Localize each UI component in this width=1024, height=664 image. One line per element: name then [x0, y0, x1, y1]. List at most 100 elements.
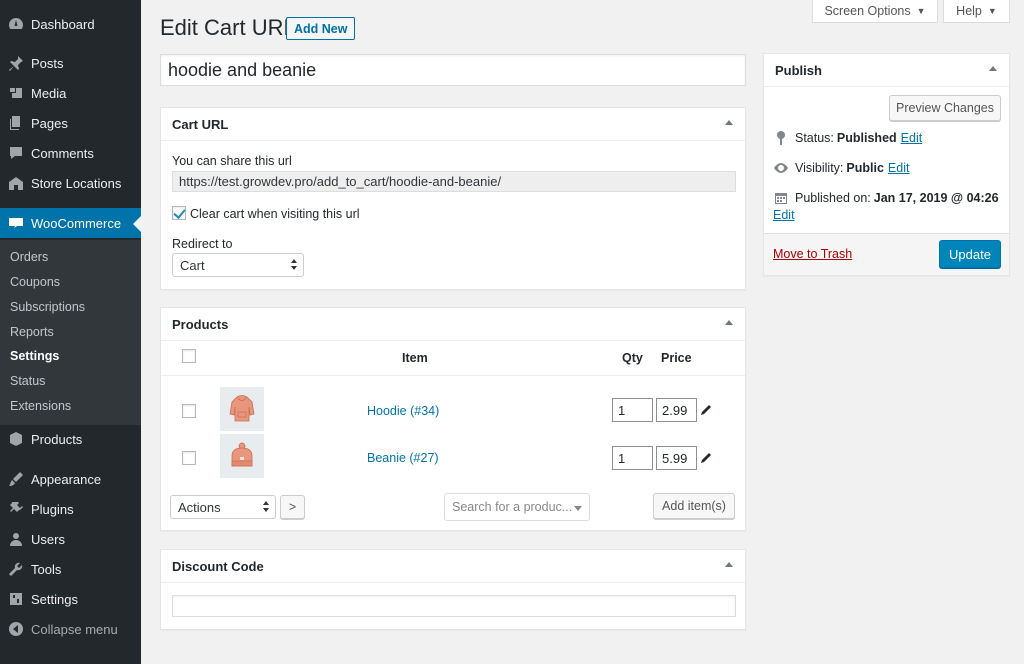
cart-url-field[interactable]: https://test.growdev.pro/add_to_cart/hoo…: [172, 171, 736, 192]
menu-settings[interactable]: Settings: [0, 584, 141, 614]
discount-code-input[interactable]: [172, 595, 736, 617]
store-icon: [8, 175, 24, 191]
page-title: Edit Cart URL: [160, 15, 296, 40]
menu-label: Comments: [31, 145, 94, 161]
hoodie-image: [229, 395, 255, 422]
post-title-input[interactable]: hoodie and beanie: [160, 54, 746, 86]
hoodie-thumbnail: [220, 387, 264, 431]
pin-icon: [773, 130, 789, 146]
redirect-value: Cart: [180, 257, 205, 273]
appearance-icon: [8, 471, 24, 487]
users-icon: [8, 531, 24, 547]
collapse-menu-button[interactable]: Collapse menu: [0, 614, 141, 644]
menu-label: Products: [31, 431, 83, 447]
menu-woocommerce[interactable]: WooCommerce: [0, 208, 141, 238]
edit-status-link[interactable]: Edit: [901, 131, 923, 145]
bulk-actions-value: Actions: [178, 499, 221, 515]
pencil-icon[interactable]: [700, 452, 712, 464]
menu-pages[interactable]: Pages: [0, 108, 141, 138]
pencil-icon[interactable]: [700, 404, 712, 416]
cart-url-heading: Cart URL: [172, 116, 229, 132]
add-items-button[interactable]: Add item(s): [653, 493, 735, 519]
collapse-arrow-icon[interactable]: [725, 120, 733, 125]
menu-label: Store Locations: [31, 175, 122, 191]
submenu-subscriptions[interactable]: Subscriptions: [10, 300, 85, 314]
dashboard-icon: [8, 16, 24, 32]
row-checkbox[interactable]: [182, 451, 196, 465]
column-price: Price: [661, 351, 692, 365]
visibility-label: Visibility:: [795, 161, 844, 175]
header-divider: [161, 375, 745, 376]
menu-media[interactable]: Media: [0, 78, 141, 108]
collapse-arrow-icon[interactable]: [989, 66, 997, 71]
comments-icon: [8, 145, 24, 161]
edit-visibility-link[interactable]: Edit: [888, 161, 910, 175]
preview-changes-button[interactable]: Preview Changes: [889, 95, 1001, 121]
select-all-checkbox[interactable]: [182, 349, 196, 363]
menu-users[interactable]: Users: [0, 524, 141, 554]
cart-url-header[interactable]: Cart URL: [161, 108, 745, 141]
menu-label: Plugins: [31, 501, 74, 517]
price-input-hoodie[interactable]: 2.99: [656, 398, 697, 422]
publish-header[interactable]: Publish: [764, 54, 1009, 87]
products-header[interactable]: Products: [161, 308, 745, 341]
price-input-beanie[interactable]: 5.99: [656, 446, 697, 470]
edit-date-link[interactable]: Edit: [773, 208, 795, 222]
product-search-select[interactable]: Search for a produc...: [444, 493, 590, 521]
select-arrows-icon: [263, 500, 270, 514]
update-button[interactable]: Update: [939, 240, 1001, 268]
apply-bulk-button[interactable]: >: [280, 495, 305, 519]
menu-label: Appearance: [31, 471, 102, 487]
qty-input-beanie[interactable]: 1: [612, 446, 653, 470]
menu-products[interactable]: Products: [0, 424, 141, 454]
move-to-trash-link[interactable]: Move to Trash: [773, 247, 852, 261]
publish-heading: Publish: [775, 62, 822, 78]
publish-box: Publish Preview Changes Status: Publishe…: [763, 53, 1010, 276]
row-checkbox[interactable]: [182, 404, 196, 418]
submenu-settings[interactable]: Settings: [10, 349, 59, 363]
submenu-reports[interactable]: Reports: [10, 325, 54, 339]
menu-label: Posts: [31, 55, 64, 71]
submenu-status[interactable]: Status: [10, 374, 45, 388]
pin-icon: [8, 55, 24, 71]
publish-actions: Move to Trash Update: [764, 233, 1009, 275]
published-on-label: Published on:: [795, 191, 871, 205]
beanie-thumbnail: [220, 434, 264, 478]
menu-posts[interactable]: Posts: [0, 48, 141, 78]
product-link-beanie[interactable]: Beanie (#27): [367, 451, 439, 465]
menu-label: Collapse menu: [31, 621, 118, 637]
products-heading: Products: [172, 316, 229, 332]
menu-label: Media: [31, 85, 67, 101]
submenu-coupons[interactable]: Coupons: [10, 275, 60, 289]
menu-label: Settings: [31, 591, 78, 607]
menu-appearance[interactable]: Appearance: [0, 464, 141, 494]
collapse-arrow-icon[interactable]: [725, 320, 733, 325]
tools-icon: [8, 561, 24, 577]
screen-options-label: Screen Options: [824, 4, 911, 18]
clear-cart-checkbox[interactable]: [172, 206, 186, 220]
menu-label: Pages: [31, 115, 68, 131]
submenu-extensions[interactable]: Extensions: [10, 399, 71, 413]
edit-date-row: Edit: [773, 208, 795, 222]
menu-store-locations[interactable]: Store Locations: [0, 168, 141, 198]
redirect-select[interactable]: Cart: [172, 253, 304, 277]
status-row: Status: Published Edit: [773, 130, 922, 146]
caret-down-icon: ▼: [916, 6, 926, 16]
menu-comments[interactable]: Comments: [0, 138, 141, 168]
column-item: Item: [402, 351, 428, 365]
help-button[interactable]: Help ▼: [943, 0, 1010, 23]
visibility-row: Visibility: Public Edit: [773, 160, 909, 176]
bulk-actions-select[interactable]: Actions: [170, 495, 276, 519]
share-url-label: You can share this url: [172, 154, 292, 168]
collapse-arrow-icon[interactable]: [725, 562, 733, 567]
published-on-value: Jan 17, 2019 @ 04:26: [873, 191, 999, 205]
submenu-orders[interactable]: Orders: [10, 250, 48, 264]
menu-dashboard[interactable]: Dashboard: [0, 9, 141, 39]
qty-input-hoodie[interactable]: 1: [612, 398, 653, 422]
discount-code-header[interactable]: Discount Code: [161, 550, 745, 583]
screen-options-button[interactable]: Screen Options ▼: [812, 0, 938, 23]
menu-plugins[interactable]: Plugins: [0, 494, 141, 524]
menu-tools[interactable]: Tools: [0, 554, 141, 584]
product-link-hoodie[interactable]: Hoodie (#34): [367, 404, 439, 418]
add-new-button[interactable]: Add New: [286, 17, 356, 40]
